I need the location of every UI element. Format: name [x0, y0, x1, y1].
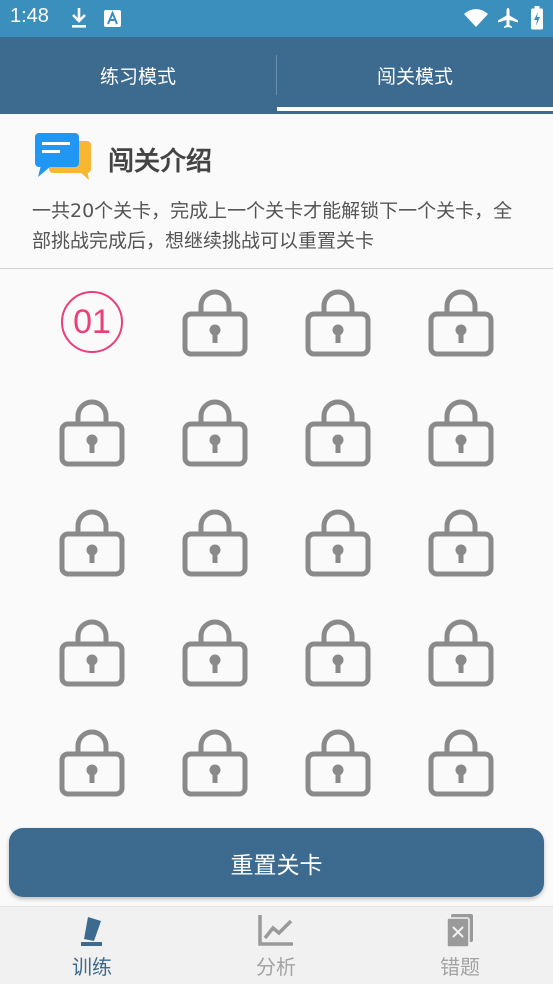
tab-practice-mode[interactable]: 练习模式: [0, 37, 276, 114]
airplane-icon: [498, 8, 518, 28]
nav-label-analysis: 分析: [256, 955, 296, 979]
nav-label-training: 训练: [72, 955, 112, 979]
status-time: 1:48: [10, 5, 49, 27]
lock-icon: [59, 399, 125, 467]
keyboard-a-icon: [104, 10, 121, 27]
lock-icon: [428, 729, 494, 797]
lock-icon: [305, 729, 371, 797]
pencil-icon: [81, 917, 102, 946]
chart-icon: [258, 915, 293, 946]
lock-icon: [305, 289, 371, 357]
level-locked[interactable]: [58, 506, 138, 586]
lock-icon: [305, 399, 371, 467]
level-locked[interactable]: [181, 286, 261, 366]
mode-tabs: 练习模式 闯关模式: [0, 37, 553, 114]
level-locked[interactable]: [304, 506, 384, 586]
level-locked[interactable]: [181, 506, 261, 586]
level-locked[interactable]: [181, 726, 261, 806]
active-tab-indicator: [277, 107, 553, 111]
lock-icon: [182, 619, 248, 687]
level-locked[interactable]: [304, 396, 384, 476]
level-locked[interactable]: [58, 396, 138, 476]
lock-icon: [59, 729, 125, 797]
level-locked[interactable]: [427, 506, 507, 586]
level-locked[interactable]: [304, 616, 384, 696]
level-locked[interactable]: [181, 616, 261, 696]
wrong-question-icon: [446, 914, 473, 948]
reset-levels-label: 重置关卡: [230, 852, 323, 879]
lock-icon: [428, 619, 494, 687]
lock-icon: [305, 619, 371, 687]
chat-bubble-icon: [35, 133, 91, 180]
tab-challenge-label: 闯关模式: [376, 66, 453, 88]
nav-item-wrong-questions[interactable]: 错题: [368, 907, 552, 984]
level-locked[interactable]: [304, 286, 384, 366]
level-locked[interactable]: [427, 616, 507, 696]
level-locked[interactable]: [58, 726, 138, 806]
lock-icon: [182, 729, 248, 797]
intro-description: 一共20个关卡，完成上一个关卡才能解锁下一个关卡，全部挑战完成后，想继续挑战可以…: [32, 200, 513, 252]
battery-charging-icon: [531, 6, 543, 30]
bottom-nav: 训练 分析 错题: [0, 906, 553, 984]
download-icon: [72, 8, 86, 28]
intro-title: 闯关介绍: [108, 147, 213, 177]
lock-icon: [305, 509, 371, 577]
lock-icon: [428, 509, 494, 577]
lock-icon: [182, 509, 248, 577]
reset-levels-button[interactable]: 重置关卡: [9, 828, 544, 897]
status-bar: 1:48: [0, 0, 553, 37]
tab-practice-label: 练习模式: [99, 66, 176, 88]
lock-icon: [59, 619, 125, 687]
nav-item-training[interactable]: 训练: [0, 907, 184, 984]
level-badge-unlocked[interactable]: 01: [61, 291, 123, 353]
level-locked[interactable]: [58, 616, 138, 696]
nav-item-analysis[interactable]: 分析: [184, 907, 368, 984]
nav-label-wrong-questions: 错题: [440, 955, 480, 979]
level-locked[interactable]: [427, 286, 507, 366]
lock-icon: [428, 399, 494, 467]
level-locked[interactable]: [427, 396, 507, 476]
level-locked[interactable]: [304, 726, 384, 806]
level-locked[interactable]: [181, 396, 261, 476]
wifi-icon: [464, 9, 488, 27]
tab-challenge-mode[interactable]: 闯关模式: [277, 37, 553, 114]
lock-icon: [428, 289, 494, 357]
lock-icon: [182, 289, 248, 357]
level-locked[interactable]: [427, 726, 507, 806]
lock-icon: [182, 399, 248, 467]
lock-icon: [59, 509, 125, 577]
